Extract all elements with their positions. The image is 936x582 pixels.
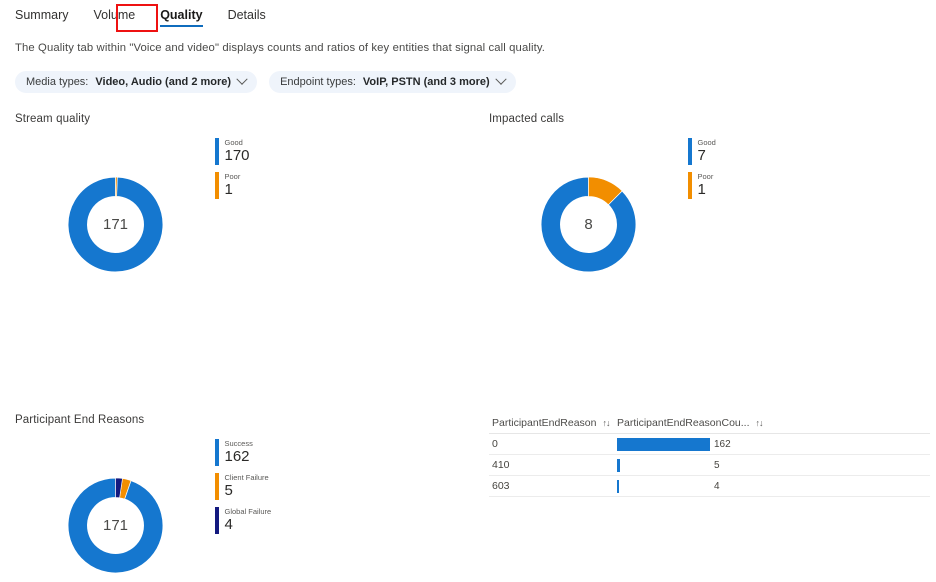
table-header-participant-end-reason[interactable]: ParticipantEndReason ↑↓ (489, 417, 617, 429)
participant-end-reasons-title: Participant End Reasons (15, 414, 145, 426)
stream-quality-title: Stream quality (15, 113, 91, 125)
participant-end-reason-table: ParticipantEndReason ↑↓ ParticipantEndRe… (489, 412, 930, 497)
stream-quality-donut[interactable]: 171 (68, 177, 163, 272)
chevron-down-icon (236, 73, 248, 85)
legend-item: Poor 1 (215, 172, 250, 199)
table-header-participant-end-reason-count[interactable]: ParticipantEndReasonCou... ↑↓ (617, 417, 930, 429)
legend-label: Global Failure (224, 507, 272, 516)
legend-item: Client Failure 5 (215, 473, 271, 500)
table-header-label: ParticipantEndReasonCou... (617, 416, 750, 429)
impacted-calls-donut[interactable]: 8 (541, 177, 636, 272)
tab-volume-label: Volume (93, 8, 136, 22)
impacted-calls-legend: Good 7 Poor 1 (688, 138, 716, 206)
table-cell-bar (617, 458, 620, 472)
tab-bar: Summary Volume Quality Details (0, 0, 936, 34)
filter-media-types[interactable]: Media types: Video, Audio (and 2 more) (15, 71, 258, 93)
table-header-label: ParticipantEndReason (492, 416, 597, 429)
legend-item: Success 162 (215, 439, 271, 466)
legend-item: Good 170 (215, 138, 250, 165)
participant-end-reasons-donut[interactable]: 171 (68, 478, 163, 573)
legend-swatch-global-failure (215, 507, 219, 534)
tab-summary[interactable]: Summary (15, 8, 68, 26)
filter-bar: Media types: Video, Audio (and 2 more) E… (15, 71, 516, 93)
filter-endpoint-types[interactable]: Endpoint types: VoIP, PSTN (and 3 more) (269, 71, 516, 93)
legend-swatch-good (215, 138, 219, 165)
legend-swatch-poor (215, 172, 219, 199)
impacted-calls-total: 8 (584, 216, 593, 233)
tab-details-label: Details (227, 8, 266, 22)
table-cell-bar (617, 437, 710, 451)
table-cell-reason: 410 (492, 459, 510, 471)
table-cell-value: 4 (714, 480, 720, 492)
legend-value: 170 (224, 147, 250, 164)
chevron-down-icon (494, 73, 507, 85)
legend-item: Global Failure 4 (215, 507, 271, 534)
filter-media-types-value: Video, Audio (and 2 more) (95, 76, 232, 88)
sort-icon[interactable]: ↑↓ (756, 418, 764, 428)
filter-media-types-prefix: Media types: (26, 76, 89, 88)
participant-end-reasons-total: 171 (102, 517, 129, 534)
page-description: The Quality tab within "Voice and video"… (15, 42, 546, 54)
legend-swatch-poor (688, 172, 692, 199)
tab-quality[interactable]: Quality (160, 8, 203, 27)
table-cell-reason: 0 (492, 438, 498, 450)
filter-endpoint-types-value: VoIP, PSTN (and 3 more) (362, 76, 490, 88)
table-body: 0 162 410 5 603 4 (489, 434, 930, 497)
legend-value: 7 (697, 147, 706, 164)
legend-label: Success (224, 439, 253, 448)
legend-label: Good (224, 138, 243, 147)
table-row[interactable]: 0 162 (489, 434, 930, 455)
legend-value: 162 (224, 448, 250, 465)
tab-summary-label: Summary (15, 8, 69, 22)
table-header-row: ParticipantEndReason ↑↓ ParticipantEndRe… (489, 412, 930, 434)
legend-swatch-success (215, 439, 219, 466)
legend-value: 4 (224, 516, 233, 533)
table-row[interactable]: 603 4 (489, 476, 930, 497)
sort-icon[interactable]: ↑↓ (602, 418, 610, 428)
impacted-calls-title: Impacted calls (489, 113, 565, 125)
table-cell-count: 162 (617, 434, 930, 454)
legend-value: 1 (224, 181, 233, 198)
legend-value: 5 (224, 482, 233, 499)
stream-quality-legend: Good 170 Poor 1 (215, 138, 250, 206)
filter-endpoint-types-prefix: Endpoint types: (280, 76, 356, 88)
legend-label: Poor (697, 172, 714, 181)
legend-value: 1 (697, 181, 706, 198)
legend-item: Poor 1 (688, 172, 716, 199)
legend-swatch-good (688, 138, 692, 165)
tab-quality-label: Quality (160, 8, 203, 22)
table-row[interactable]: 410 5 (489, 455, 930, 476)
quality-dashboard-page: Summary Volume Quality Details The Quali… (0, 0, 936, 582)
table-cell-value: 5 (714, 459, 720, 471)
legend-label: Good (697, 138, 716, 147)
tab-volume[interactable]: Volume (93, 8, 135, 26)
legend-label: Client Failure (224, 473, 269, 482)
stream-quality-total: 171 (102, 216, 129, 233)
table-cell-value: 162 (714, 438, 731, 450)
legend-label: Poor (224, 172, 241, 181)
table-cell-count: 4 (617, 476, 930, 496)
table-cell-bar (617, 479, 620, 493)
participant-end-reasons-legend: Success 162 Client Failure 5 Global Fail… (215, 439, 271, 541)
legend-swatch-client-failure (215, 473, 219, 500)
table-cell-count: 5 (617, 455, 930, 475)
table-cell-reason: 603 (492, 480, 510, 492)
legend-item: Good 7 (688, 138, 716, 165)
tab-details[interactable]: Details (228, 8, 266, 26)
